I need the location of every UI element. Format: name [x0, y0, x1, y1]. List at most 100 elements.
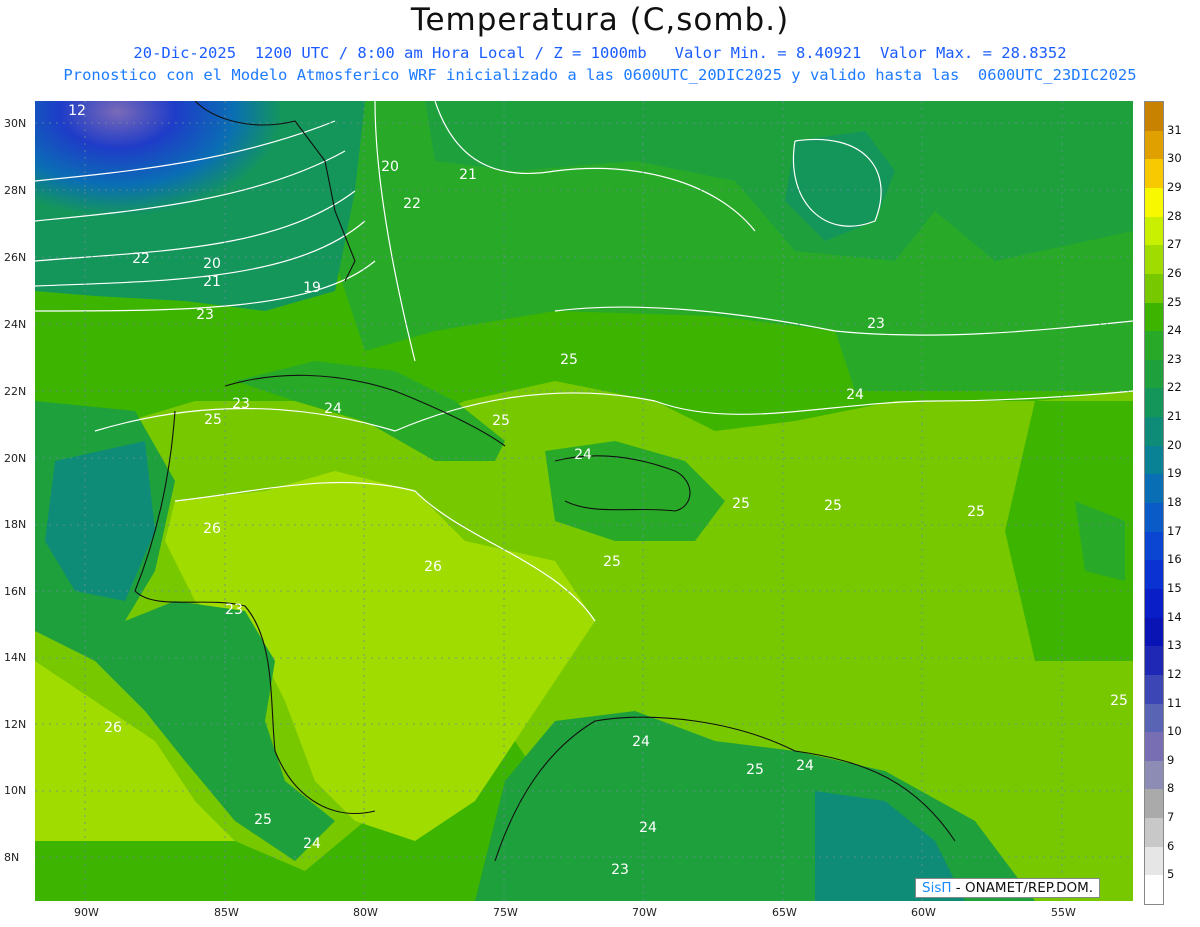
- map-subtitle-model: Pronostico con el Modelo Atmosferico WRF…: [63, 66, 1137, 84]
- contour-label: 24: [574, 447, 592, 463]
- colorbar-label: 18: [1167, 495, 1182, 509]
- colorbar-swatch: [1145, 245, 1163, 275]
- colorbar-swatch: [1145, 588, 1163, 619]
- contour-label: 25: [967, 504, 985, 520]
- contour-label: 26: [424, 559, 442, 575]
- contour-label: 25: [732, 496, 750, 512]
- colorbar-swatch: [1145, 102, 1163, 132]
- lat-label: 20N: [4, 452, 27, 465]
- colorbar-label: 23: [1167, 351, 1182, 366]
- colorbar-swatch: [1145, 732, 1163, 762]
- contour-label: 25: [603, 554, 621, 570]
- colorbar-swatch: [1145, 474, 1163, 504]
- lon-label: 60W: [911, 906, 936, 919]
- colorbar-swatch: [1145, 388, 1163, 418]
- colorbar-label: 17: [1167, 523, 1182, 538]
- contour-label: 19: [303, 280, 321, 296]
- colorbar-swatch: [1145, 302, 1163, 332]
- colorbar-label: 9: [1167, 752, 1175, 767]
- lat-label: 28N: [4, 184, 27, 197]
- colorbar-swatch: [1145, 159, 1163, 189]
- colorbar-swatch: [1145, 846, 1163, 876]
- contour-label: 22: [403, 196, 421, 212]
- contour-label: 25: [746, 762, 764, 778]
- map-title: Temperatura (C,somb.): [410, 2, 790, 38]
- credit-text: - ONAMET/REP.DOM.: [951, 880, 1094, 896]
- contour-label: 26: [203, 521, 221, 537]
- colorbar-label: 19: [1167, 466, 1182, 481]
- colorbar-label: 26: [1167, 265, 1182, 280]
- colorbar-swatch: [1145, 187, 1163, 218]
- colorbar-swatch: [1145, 617, 1163, 647]
- colorbar-label: 30: [1167, 151, 1182, 166]
- contour-label: 23: [867, 316, 885, 332]
- colorbar-label: 8: [1167, 781, 1175, 796]
- contour-label: 25: [824, 498, 842, 514]
- colorbar-swatch: [1145, 818, 1163, 848]
- contour-label: 25: [1110, 693, 1128, 709]
- contour-label: 25: [492, 413, 510, 429]
- contour-label: 26: [104, 720, 122, 736]
- map-subtitle-time: 20-Dic-2025 1200 UTC / 8:00 am Hora Loca…: [133, 44, 1067, 62]
- contour-label: 20: [203, 256, 221, 272]
- lon-label: 90W: [74, 906, 99, 919]
- contour-label: 24: [796, 758, 814, 774]
- temperature-map: 12 20 21 22 23 19 23 22 20 21 24 25 23 2…: [35, 101, 1133, 901]
- lat-label: 12N: [4, 718, 27, 731]
- colorbar-label: 13: [1167, 638, 1182, 653]
- lat-label: 26N: [4, 251, 27, 264]
- colorbar-label: 24: [1167, 323, 1182, 338]
- contour-label: 23: [232, 396, 250, 412]
- contour-label: 12: [68, 103, 86, 119]
- contour-label: 25: [254, 812, 272, 828]
- lat-label: 8N: [4, 851, 20, 864]
- colorbar-label: 22: [1167, 380, 1182, 395]
- contour-label: 24: [632, 734, 650, 750]
- colorbar-swatch: [1145, 875, 1163, 905]
- colorbar-swatch: [1145, 417, 1163, 447]
- contour-label: 24: [324, 401, 342, 417]
- contour-label: 21: [459, 167, 477, 183]
- colorbar-swatch: [1145, 646, 1163, 676]
- colorbar-label: 21: [1167, 409, 1182, 424]
- colorbar-swatch: [1145, 789, 1163, 819]
- lat-label: 24N: [4, 318, 27, 331]
- lon-label: 55W: [1051, 906, 1076, 919]
- lat-label: 18N: [4, 518, 27, 531]
- colorbar-label: 31: [1167, 122, 1182, 137]
- colorbar-label: 6: [1167, 838, 1175, 853]
- contour-label: 25: [204, 412, 222, 428]
- colorbar-swatch: [1145, 273, 1163, 303]
- lat-label: 30N: [4, 117, 27, 130]
- colorbar-label: 15: [1167, 580, 1182, 595]
- colorbar-label: 28: [1167, 208, 1182, 223]
- colorbar-label: 10: [1167, 724, 1182, 739]
- colorbar-label: 5: [1167, 867, 1175, 882]
- colorbar-label: 16: [1167, 552, 1182, 567]
- credit-box: SisΠ - ONAMET/REP.DOM.: [915, 878, 1101, 898]
- colorbar-swatch: [1145, 560, 1163, 590]
- contour-label: 25: [560, 352, 578, 368]
- colorbar: [1144, 101, 1164, 905]
- lon-label: 80W: [353, 906, 378, 919]
- contour-label: 24: [303, 836, 321, 852]
- lon-label: 70W: [632, 906, 657, 919]
- contour-label: 22: [132, 251, 150, 267]
- colorbar-swatch: [1145, 703, 1163, 733]
- contour-label: 23: [225, 602, 243, 618]
- lat-label: 16N: [4, 585, 27, 598]
- colorbar-swatch: [1145, 359, 1163, 389]
- colorbar-swatch: [1145, 130, 1163, 160]
- colorbar-label: 20: [1167, 437, 1182, 452]
- colorbar-swatch: [1145, 216, 1163, 246]
- contour-label: 24: [846, 387, 864, 403]
- contour-label: 20: [381, 159, 399, 175]
- colorbar-label: 25: [1167, 294, 1182, 309]
- colorbar-label: 27: [1167, 237, 1182, 252]
- contour-label: 24: [639, 820, 657, 836]
- lat-label: 14N: [4, 651, 27, 664]
- lon-label: 75W: [493, 906, 518, 919]
- colorbar-swatch: [1145, 503, 1163, 533]
- colorbar-swatch: [1145, 760, 1163, 790]
- colorbar-label: 7: [1167, 810, 1175, 825]
